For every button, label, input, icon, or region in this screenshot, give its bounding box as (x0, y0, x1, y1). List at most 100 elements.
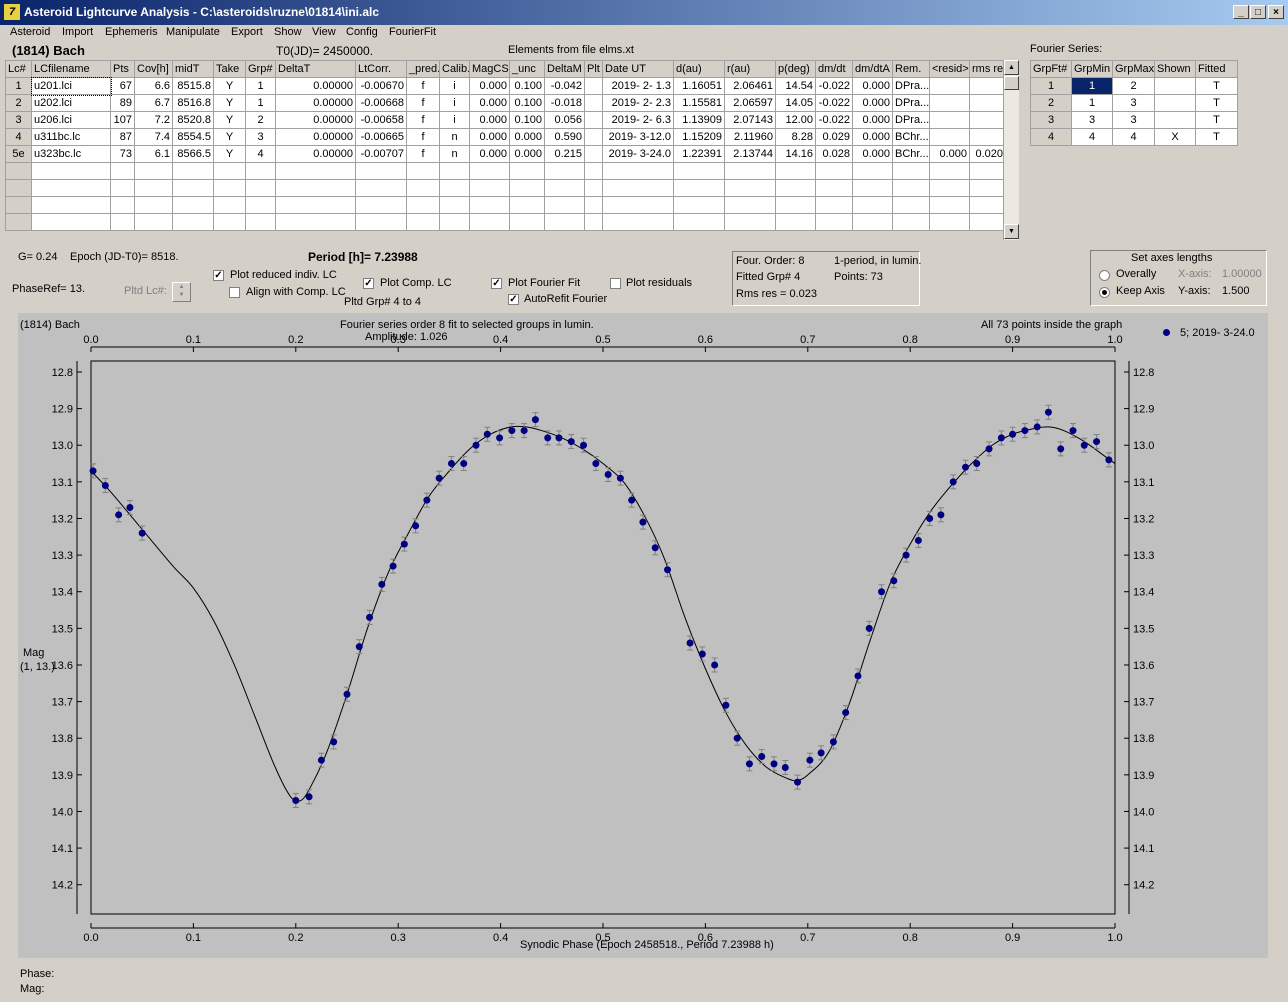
menu-fourierfit[interactable]: FourierFit (389, 26, 436, 38)
close-icon[interactable]: × (1268, 5, 1284, 19)
table-cell[interactable] (544, 179, 585, 197)
table-cell[interactable] (275, 162, 356, 180)
table-cell[interactable]: -0.00665 (355, 128, 407, 146)
lc-column-header[interactable]: midT (172, 60, 214, 78)
table-cell[interactable]: 6.1 (134, 145, 173, 163)
table-scrollbar[interactable]: ▲ ▼ (1003, 60, 1019, 240)
table-cell[interactable]: 2.13744 (724, 145, 776, 163)
table-cell[interactable]: u323bc.lc (31, 145, 111, 163)
table-cell[interactable] (544, 196, 585, 214)
table-cell[interactable] (469, 179, 510, 197)
table-cell[interactable]: 107 (110, 111, 135, 129)
table-cell[interactable]: u206.lci (31, 111, 111, 129)
table-cell[interactable]: 0.000 (852, 145, 893, 163)
table-cell[interactable]: 0.000 (852, 111, 893, 129)
table-cell[interactable]: 1 (1071, 77, 1113, 95)
table-cell[interactable] (469, 162, 510, 180)
table-cell[interactable] (213, 213, 246, 231)
table-cell[interactable]: 3 (1112, 94, 1155, 112)
table-cell[interactable] (1154, 111, 1196, 129)
table-cell[interactable]: 4 (1112, 128, 1155, 146)
plot-residuals-checkbox[interactable] (610, 278, 621, 289)
table-cell[interactable] (852, 196, 893, 214)
table-cell[interactable]: T (1195, 94, 1238, 112)
table-cell[interactable] (602, 213, 674, 231)
table-cell[interactable]: 0.000 (469, 77, 510, 95)
table-cell[interactable]: i (439, 94, 470, 112)
table-cell[interactable]: n (439, 145, 470, 163)
table-cell[interactable] (969, 128, 1006, 146)
table-cell[interactable]: 2.07143 (724, 111, 776, 129)
table-cell[interactable]: -0.00670 (355, 77, 407, 95)
table-cell[interactable] (134, 196, 173, 214)
lc-column-header[interactable]: dm/dt (815, 60, 853, 78)
table-cell[interactable]: T (1195, 77, 1238, 95)
table-cell[interactable] (245, 196, 276, 214)
table-cell[interactable]: 0.020 (969, 145, 1006, 163)
table-cell[interactable]: BChr... (892, 128, 930, 146)
table-cell[interactable] (815, 179, 853, 197)
table-cell[interactable] (673, 179, 725, 197)
table-cell[interactable] (134, 162, 173, 180)
table-cell[interactable]: 8.28 (775, 128, 816, 146)
table-cell[interactable] (406, 179, 440, 197)
lc-column-header[interactable]: Take (213, 60, 246, 78)
table-cell[interactable]: 2 (245, 111, 276, 129)
empty-row[interactable] (5, 213, 1006, 231)
menu-show[interactable]: Show (274, 26, 302, 38)
table-cell[interactable]: u202.lci (31, 94, 111, 112)
lc-column-header[interactable]: DeltaM (544, 60, 585, 78)
table-cell[interactable] (355, 196, 407, 214)
lc-column-header[interactable]: Calib. (439, 60, 470, 78)
table-cell[interactable] (134, 179, 173, 197)
table-cell[interactable] (406, 162, 440, 180)
table-cell[interactable] (673, 213, 725, 231)
lc-column-header[interactable]: _pred. (406, 60, 440, 78)
keep-axis-radio[interactable] (1099, 287, 1110, 298)
table-cell[interactable]: 3 (245, 128, 276, 146)
table-cell[interactable]: f (406, 94, 440, 112)
table-cell[interactable] (724, 179, 776, 197)
table-cell[interactable]: i (439, 111, 470, 129)
table-cell[interactable] (275, 213, 356, 231)
table-cell[interactable]: 8515.8 (172, 77, 214, 95)
table-cell[interactable]: 87 (110, 128, 135, 146)
table-cell[interactable] (584, 94, 603, 112)
table-cell[interactable]: -0.022 (815, 94, 853, 112)
lc-column-header[interactable]: Date UT (602, 60, 674, 78)
table-cell[interactable] (439, 196, 470, 214)
scroll-thumb[interactable] (1004, 76, 1019, 90)
row-header[interactable]: 2 (1030, 94, 1072, 112)
table-cell[interactable]: Y (213, 94, 246, 112)
row-header[interactable]: 4 (5, 128, 32, 146)
table-cell[interactable] (892, 162, 930, 180)
table-cell[interactable]: 12.00 (775, 111, 816, 129)
xaxis-value[interactable]: 1.00000 (1222, 268, 1262, 280)
table-cell[interactable]: 2 (1112, 77, 1155, 95)
period-value[interactable]: Period [h]= 7.23988 (308, 250, 418, 264)
table-cell[interactable]: u201.lci (30, 76, 112, 96)
lightcurve-chart[interactable]: 0.0 0.1 0.2 0.3 0.4 0.5 0.6 0.7 0.8 0.9 1.0 0.0 0.1 0… (18, 313, 1268, 958)
overally-radio[interactable] (1099, 270, 1110, 281)
table-cell[interactable] (509, 196, 545, 214)
yaxis-value[interactable]: 1.500 (1222, 285, 1250, 297)
table-cell[interactable] (31, 162, 111, 180)
table-cell[interactable] (775, 196, 816, 214)
plot-panel[interactable]: 0.0 0.1 0.2 0.3 0.4 0.5 0.6 0.7 0.8 0.9 1.0 0.0 0.1 0… (18, 313, 1268, 958)
table-cell[interactable]: 8554.5 (172, 128, 214, 146)
table-cell[interactable] (355, 162, 407, 180)
table-cell[interactable]: i (439, 77, 470, 95)
table-cell[interactable]: 2019- 2- 2.3 (602, 94, 674, 112)
table-cell[interactable]: 1 (1071, 94, 1113, 112)
row-header[interactable]: 4 (1030, 128, 1072, 146)
table-cell[interactable]: f (406, 145, 440, 163)
table-cell[interactable]: 0.000 (469, 94, 510, 112)
table-cell[interactable]: 2.06597 (724, 94, 776, 112)
table-cell[interactable] (929, 196, 970, 214)
table-cell[interactable]: Y (213, 111, 246, 129)
table-cell[interactable] (469, 196, 510, 214)
table-cell[interactable] (110, 196, 135, 214)
table-cell[interactable] (584, 179, 603, 197)
table-cell[interactable]: 2.11960 (724, 128, 776, 146)
table-row[interactable]: 1 u201.lci 67 6.6 8515.8 Y 1 0.00000 -0.00670 f i 0… (5, 76, 1006, 96)
